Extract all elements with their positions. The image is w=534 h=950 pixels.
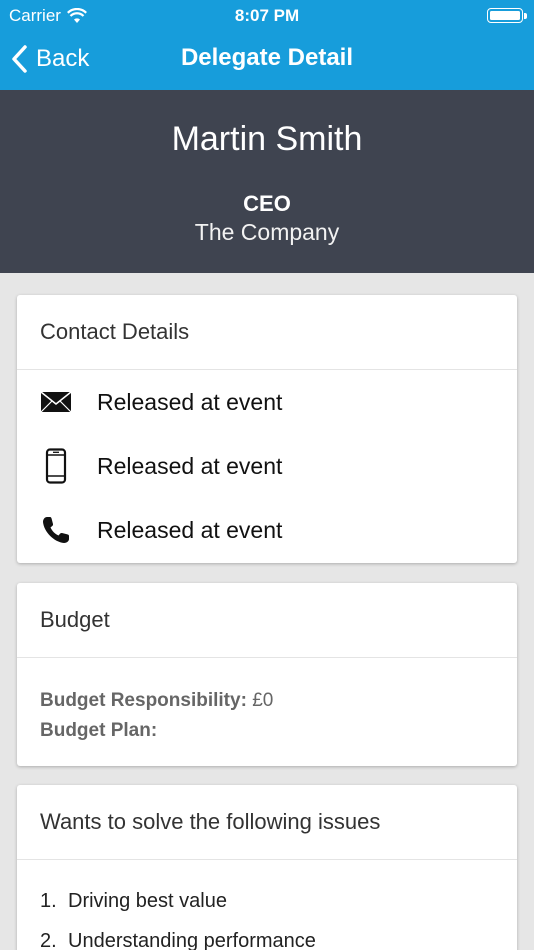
page-title: Delegate Detail: [180, 44, 354, 71]
contact-row-mobile[interactable]: Released at event: [17, 446, 517, 486]
budget-responsibility-value: £0: [252, 690, 274, 711]
battery-icon: [487, 8, 527, 23]
issues-title: Wants to solve the following issues: [17, 785, 517, 860]
issue-text: Understanding performance: [68, 930, 316, 950]
list-item: 2. Understanding performance: [40, 930, 316, 950]
budget-title: Budget: [17, 583, 517, 658]
status-time: 8:07 PM: [234, 6, 300, 25]
mobile-phone-icon: [39, 448, 73, 484]
top-bar: Carrier 8:07 PM Back Delegate Detail: [0, 0, 534, 90]
status-bar: Carrier 8:07 PM: [0, 0, 534, 30]
issue-number: 2.: [40, 930, 57, 950]
contact-details-title: Contact Details: [17, 295, 517, 370]
budget-responsibility-label: Budget Responsibility:: [40, 690, 247, 711]
phone-handset-icon: [39, 513, 73, 547]
contact-mobile-text: Released at event: [97, 452, 283, 479]
budget-responsibility-row: Budget Responsibility: £0: [40, 686, 273, 716]
list-item: 1. Driving best value: [40, 890, 316, 930]
budget-card: Budget Budget Responsibility: £0 Budget …: [17, 583, 517, 766]
delegate-name: Martin Smith: [171, 120, 363, 158]
envelope-icon: [39, 385, 73, 419]
contact-email-text: Released at event: [97, 388, 283, 415]
issues-card: Wants to solve the following issues 1. D…: [17, 785, 517, 950]
delegate-company: The Company: [194, 219, 340, 245]
issue-text: Driving best value: [68, 890, 227, 912]
issues-list: 1. Driving best value 2. Understanding p…: [40, 890, 316, 950]
delegate-role: CEO: [243, 191, 291, 216]
budget-plan-row: Budget Plan:: [40, 716, 273, 746]
navigation-bar: Back Delegate Detail: [0, 30, 534, 90]
contact-details-card: Contact Details Released at event Releas…: [17, 295, 517, 563]
delegate-header: Martin Smith CEO The Company: [0, 90, 534, 273]
contact-row-email[interactable]: Released at event: [17, 382, 517, 422]
budget-details: Budget Responsibility: £0 Budget Plan:: [40, 686, 273, 746]
contact-row-phone[interactable]: Released at event: [17, 510, 517, 550]
issue-number: 1.: [40, 890, 57, 912]
contact-phone-text: Released at event: [97, 516, 283, 543]
budget-plan-label: Budget Plan:: [40, 720, 158, 741]
